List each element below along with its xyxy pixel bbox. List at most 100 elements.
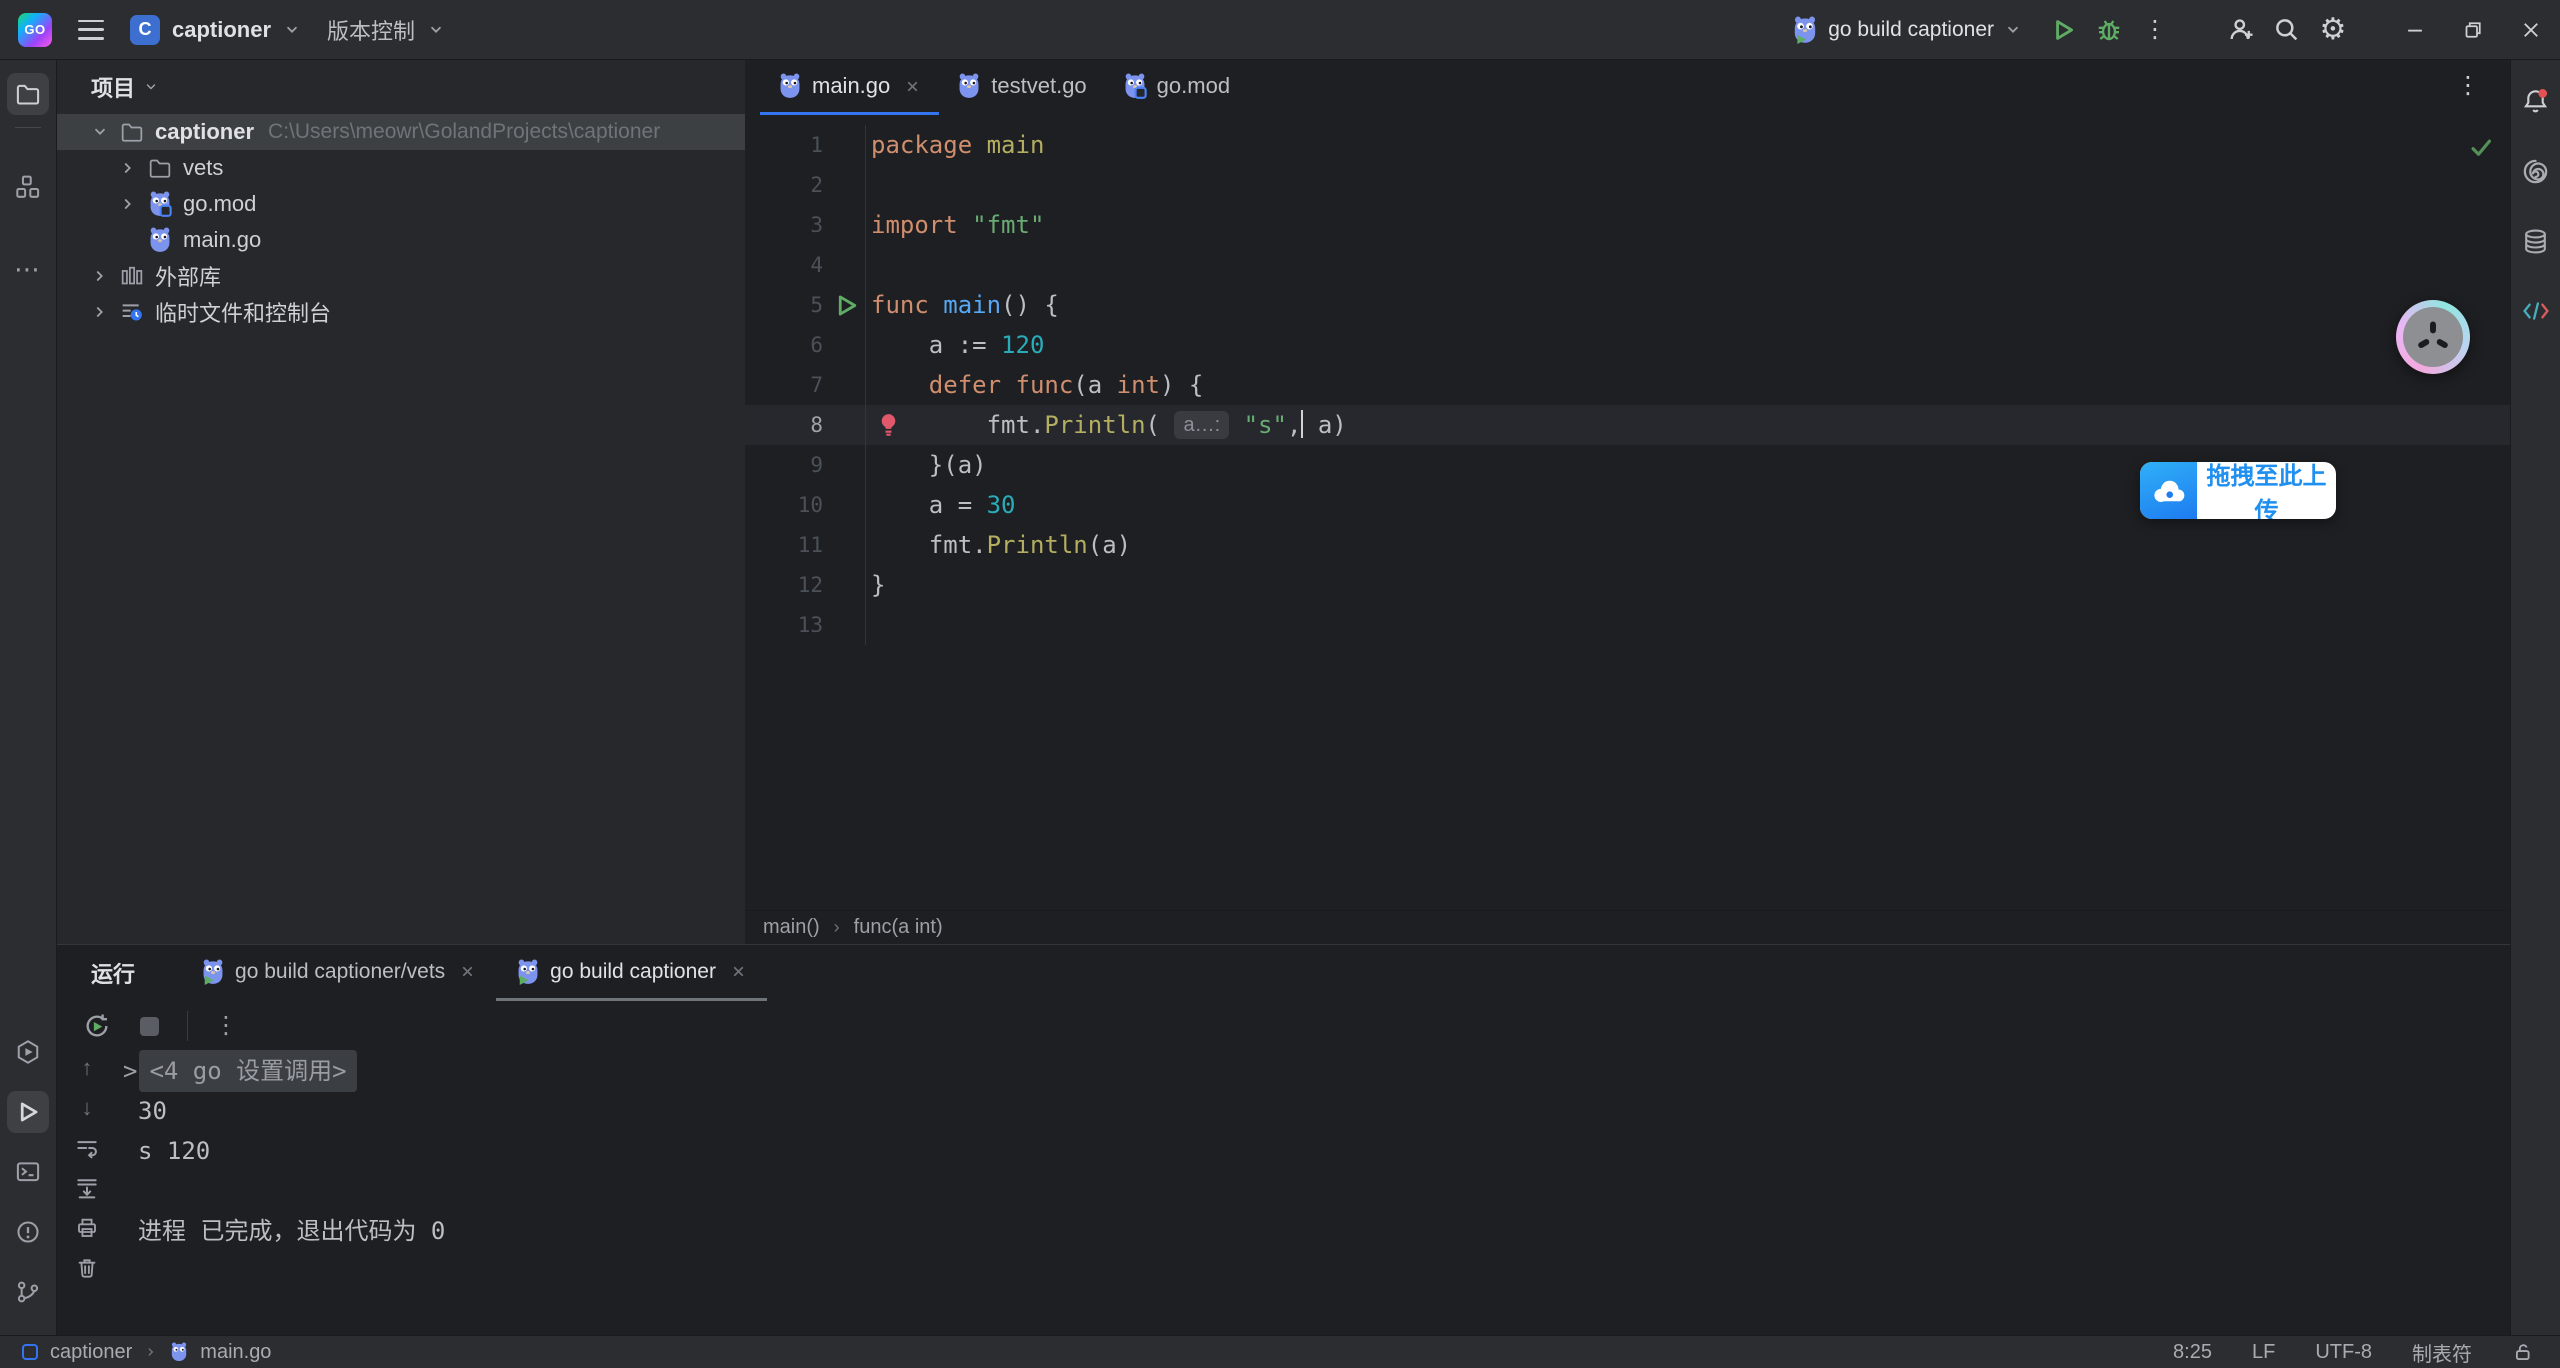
folder-icon (115, 120, 149, 144)
code-line-8[interactable]: 8 fmt.Println( a…: "s", a) (745, 405, 2510, 445)
minimize-button[interactable] (2386, 0, 2444, 60)
structure-tool-icon[interactable] (7, 166, 49, 208)
editor-tab-main.go[interactable]: main.go (760, 60, 939, 115)
more-tool-windows-icon[interactable]: ⋯ (7, 248, 49, 290)
code-text: package main (866, 125, 2510, 165)
code-line-7[interactable]: 7 defer func(a int) { (745, 365, 2510, 405)
folded-command[interactable]: <4 go 设置调用> (139, 1050, 356, 1092)
upload-label: 拖拽至此上传 (2197, 462, 2336, 519)
breadcrumb-item[interactable]: main() (763, 916, 820, 939)
inspections-ok-icon[interactable] (2468, 135, 2494, 161)
status-widget-2[interactable]: UTF-8 (2315, 1341, 2372, 1364)
tab-options-icon[interactable]: ⋮ (2456, 74, 2480, 98)
status-widgets: 8:25 LF UTF-8 制表符 (2173, 1338, 2560, 1367)
endpoints-icon[interactable] (2515, 290, 2557, 332)
code-text: fmt.Println(a) (866, 525, 2510, 565)
down-stack-trace-icon[interactable]: ↓ (71, 1095, 103, 1121)
intention-bulb-icon[interactable] (876, 412, 901, 439)
code-line-13[interactable]: 13 (745, 605, 2510, 645)
settings-gear-icon[interactable]: ⚙ (2310, 8, 2356, 52)
code-line-2[interactable]: 2 (745, 165, 2510, 205)
project-panel-header[interactable]: 项目 (57, 60, 745, 114)
notifications-bell-icon[interactable] (2515, 80, 2557, 122)
tree-item-go.mod[interactable]: go.mod (57, 186, 745, 222)
run-line-icon[interactable] (831, 293, 861, 317)
console-line: 进程 已完成，退出代码为 0 (123, 1211, 2490, 1251)
status-file-name[interactable]: main.go (200, 1341, 271, 1364)
tree-item-外部库[interactable]: 外部库 (57, 258, 745, 294)
up-stack-trace-icon[interactable]: ↑ (71, 1055, 103, 1081)
stop-icon[interactable] (131, 1008, 167, 1044)
breadcrumb: main()›func(a int) (745, 910, 2510, 944)
more-actions-icon[interactable]: ⋮ (2132, 8, 2178, 52)
status-widget-1[interactable]: LF (2252, 1341, 2275, 1364)
tree-item-vets[interactable]: vets (57, 150, 745, 186)
terminal-tool-icon[interactable] (7, 1151, 49, 1193)
status-project-name[interactable]: captioner (50, 1341, 132, 1364)
line-number: 11 (745, 525, 866, 565)
code-line-3[interactable]: 3import "fmt" (745, 205, 2510, 245)
tree-item-临时文件和控制台[interactable]: 临时文件和控制台 (57, 294, 745, 330)
code-line-12[interactable]: 12} (745, 565, 2510, 605)
code-line-1[interactable]: 1package main (745, 125, 2510, 165)
restore-button[interactable] (2444, 0, 2502, 60)
editor-tab-go.mod[interactable]: go.mod (1105, 60, 1248, 115)
close-tab-icon[interactable] (730, 963, 747, 980)
services-tool-icon[interactable] (7, 1031, 49, 1073)
code-line-4[interactable]: 4 (745, 245, 2510, 285)
chevron-right-icon[interactable] (85, 267, 115, 285)
tree-item-label: vets (183, 155, 223, 181)
run-button[interactable] (2040, 8, 2086, 52)
run-tab-go build captioner/vets[interactable]: go build captioner/vets (181, 945, 496, 1001)
main-menu-icon[interactable] (78, 20, 104, 40)
chevron-right-icon[interactable] (113, 159, 143, 177)
line-number: 1 (745, 125, 866, 165)
print-icon[interactable] (71, 1215, 103, 1241)
tree-item-main.go[interactable]: main.go (57, 222, 745, 258)
chevron-down-icon[interactable] (85, 123, 115, 141)
status-widget-3[interactable]: 制表符 (2412, 1338, 2472, 1367)
problems-tool-icon[interactable] (7, 1211, 49, 1253)
search-icon[interactable] (2264, 8, 2310, 52)
close-tab-icon[interactable] (904, 78, 921, 95)
code-line-6[interactable]: 6 a := 120 (745, 325, 2510, 365)
code-line-5[interactable]: 5func main() { (745, 285, 2510, 325)
breadcrumb-item[interactable]: func(a int) (854, 916, 943, 939)
netdisk-upload-overlay[interactable]: 拖拽至此上传 (2140, 462, 2336, 519)
code-text (866, 605, 2510, 645)
version-control-tool-icon[interactable] (7, 1271, 49, 1313)
project-widget[interactable]: C captioner (130, 15, 301, 45)
run-tool-icon[interactable] (7, 1091, 49, 1133)
chevron-right-icon[interactable] (113, 195, 143, 213)
line-number: 9 (745, 445, 866, 485)
ai-assistant-icon[interactable] (2515, 150, 2557, 192)
run-configuration-selector[interactable]: go build captioner (1792, 16, 2022, 44)
chevron-right-icon[interactable] (85, 303, 115, 321)
rerun-icon[interactable] (79, 1008, 115, 1044)
add-user-icon[interactable] (2218, 8, 2264, 52)
run-tab-bar: go build captioner/vetsgo build captione… (181, 945, 767, 1001)
tree-item-captioner[interactable]: captionerC:\Users\meowr\GolandProjects\c… (57, 114, 745, 150)
project-tool-icon[interactable] (7, 73, 49, 115)
status-breadcrumb[interactable]: captioner main.go (0, 1341, 271, 1364)
scroll-to-end-icon[interactable] (71, 1175, 103, 1201)
console-output: ><4 go 设置调用>30s 120进程 已完成，退出代码为 0 (123, 1051, 2490, 1336)
console-more-icon[interactable]: ⋮ (208, 1008, 244, 1044)
chevron-down-icon (427, 21, 445, 39)
tree-item-label: captioner (155, 119, 254, 145)
code-line-11[interactable]: 11 fmt.Println(a) (745, 525, 2510, 565)
unlocked-icon[interactable] (2512, 1341, 2534, 1363)
code-text: fmt.Println( a…: "s", a) (866, 405, 2510, 445)
soft-wrap-icon[interactable] (71, 1135, 103, 1161)
vcs-widget[interactable]: 版本控制 (327, 14, 445, 46)
database-icon[interactable] (2515, 220, 2557, 262)
editor-tab-testvet.go[interactable]: testvet.go (939, 60, 1104, 115)
debug-button[interactable] (2086, 8, 2132, 52)
floating-assistant-badge[interactable] (2396, 300, 2470, 374)
status-widget-0[interactable]: 8:25 (2173, 1341, 2212, 1364)
clear-console-icon[interactable] (71, 1255, 103, 1281)
console-fold-arrow[interactable]: > (123, 1051, 137, 1091)
close-window-button[interactable] (2502, 0, 2560, 60)
close-tab-icon[interactable] (459, 963, 476, 980)
run-tab-go build captioner[interactable]: go build captioner (496, 945, 767, 1001)
